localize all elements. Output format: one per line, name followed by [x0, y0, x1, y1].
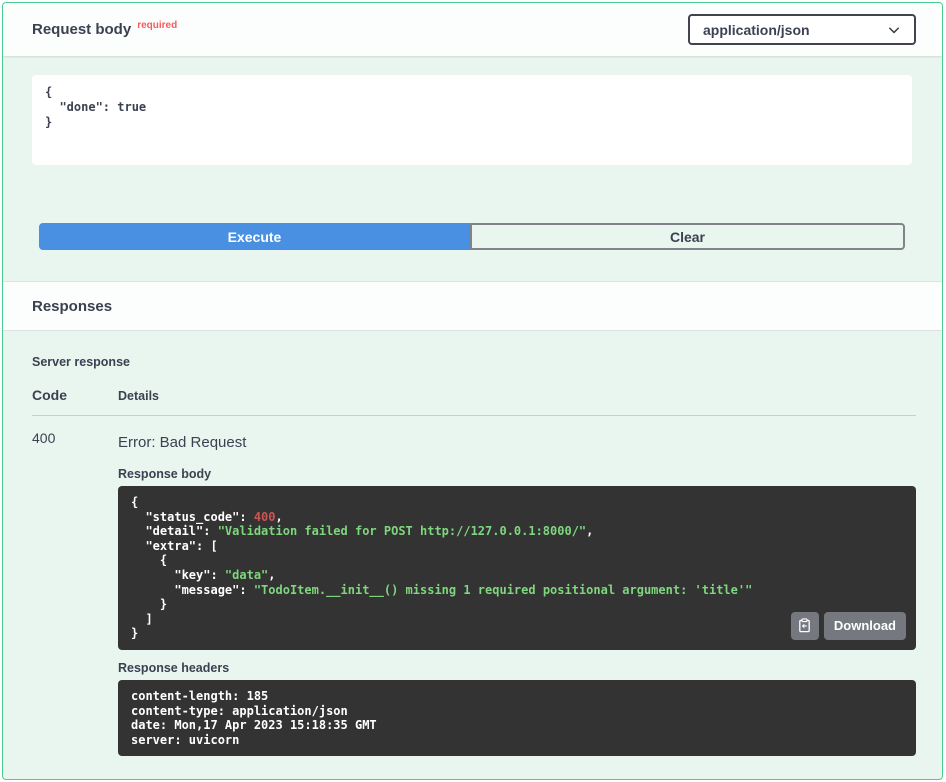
- response-body-label: Response body: [118, 467, 916, 481]
- response-status-text: Error: Bad Request: [118, 434, 916, 451]
- response-details: Error: Bad Request Response body { "stat…: [118, 430, 916, 756]
- request-body-header: Request body required application/json: [3, 3, 942, 56]
- response-headers-list: content-length: 185content-type: applica…: [131, 689, 903, 747]
- responses-table-header: Code Details: [32, 387, 916, 416]
- request-body-title-wrap: Request body required: [32, 21, 177, 39]
- server-response-label: Server response: [32, 355, 916, 369]
- response-headers-code: content-length: 185content-type: applica…: [118, 680, 916, 756]
- download-button[interactable]: Download: [824, 612, 906, 640]
- responses-header: Responses: [3, 281, 942, 331]
- content-type-selected-value: application/json: [703, 22, 810, 38]
- response-body-code: { "status_code": 400, "detail": "Validat…: [118, 486, 916, 650]
- responses-title: Responses: [32, 298, 112, 315]
- request-body-section: { "done": true } Execute Clear: [3, 56, 942, 250]
- copy-button[interactable]: [791, 612, 819, 640]
- chevron-down-icon: [887, 23, 901, 37]
- execute-button[interactable]: Execute: [39, 223, 470, 250]
- response-code: 400: [32, 430, 118, 756]
- response-body-controls: Download: [791, 612, 906, 640]
- response-headers-label: Response headers: [118, 661, 916, 675]
- content-type-select[interactable]: application/json: [688, 14, 916, 45]
- server-response-row: 400 Error: Bad Request Response body { "…: [32, 416, 916, 756]
- responses-section: Server response Code Details 400 Error: …: [3, 331, 942, 756]
- response-body-json: { "status_code": 400, "detail": "Validat…: [131, 495, 903, 641]
- post-opblock-panel: Request body required application/json { …: [2, 2, 943, 780]
- code-column-header: Code: [32, 387, 118, 403]
- request-body-title: Request body: [32, 21, 131, 38]
- request-body-editor[interactable]: { "done": true }: [32, 75, 912, 165]
- required-badge: required: [137, 20, 177, 31]
- details-column-header: Details: [118, 389, 916, 403]
- execute-wrapper: Execute Clear: [39, 223, 905, 250]
- clipboard-icon: [797, 618, 812, 633]
- clear-button[interactable]: Clear: [470, 223, 905, 250]
